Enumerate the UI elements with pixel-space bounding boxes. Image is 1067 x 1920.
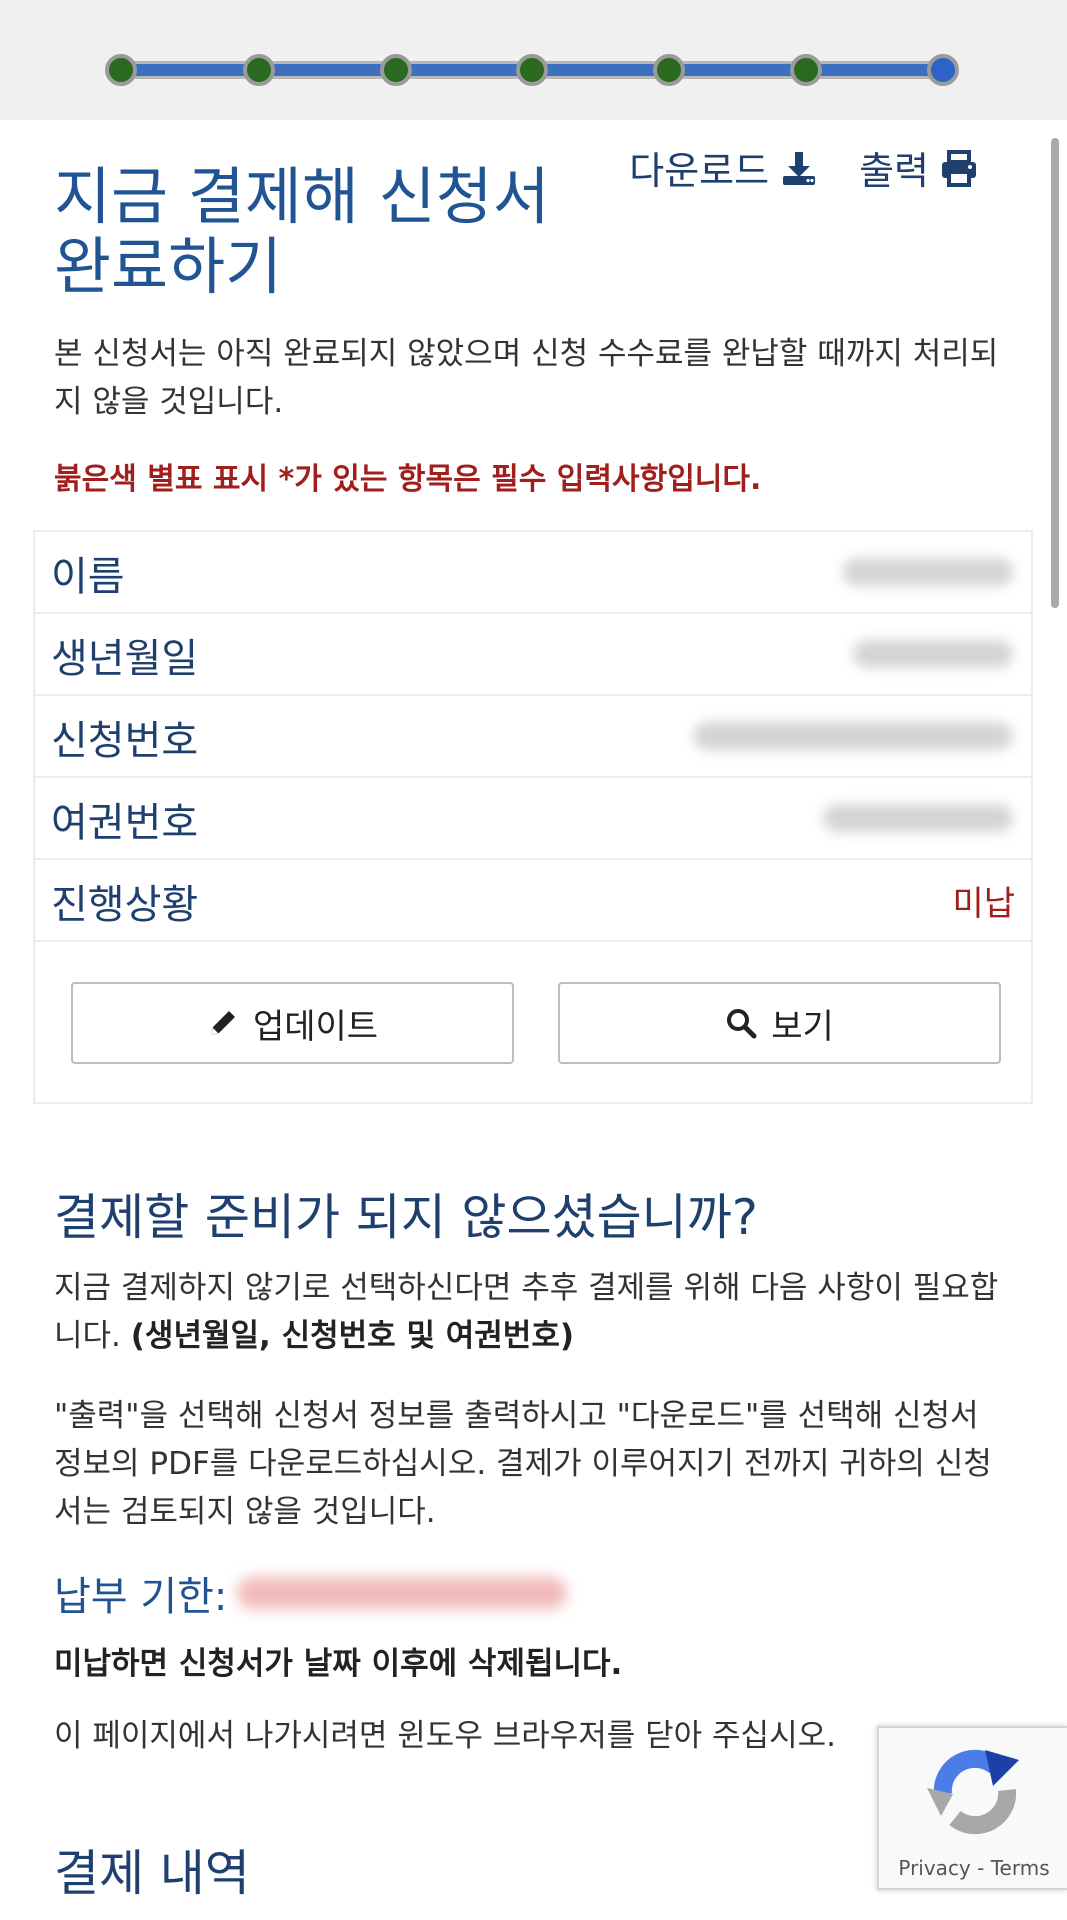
progress-stepper xyxy=(0,0,1067,120)
print-button[interactable]: 출력 xyxy=(859,140,979,195)
name-value-redacted xyxy=(843,558,1013,586)
info-row-passport-no: 여권번호 xyxy=(35,778,1031,860)
not-ready-para-1-bold: (생년월일, 신청번호 및 여권번호) xyxy=(130,1318,575,1354)
page-scrollbar[interactable] xyxy=(1051,138,1059,608)
privacy-link[interactable]: Privacy xyxy=(898,1856,970,1880)
step-4 xyxy=(516,54,548,86)
dob-label: 생년월일 xyxy=(51,636,199,682)
step-2 xyxy=(243,54,275,86)
dob-value-redacted xyxy=(853,640,1013,668)
recaptcha-separator: - xyxy=(970,1856,991,1880)
update-button[interactable]: 업데이트 xyxy=(71,982,514,1064)
info-actions: 업데이트 보기 xyxy=(71,982,1001,1064)
header-actions: 다운로드 출력 xyxy=(629,140,979,195)
update-label: 업데이트 xyxy=(252,1006,379,1047)
application-no-value-redacted xyxy=(693,722,1013,750)
not-ready-para-2: "출력"을 선택해 신청서 정보를 출력하시고 "다운로드"를 선택해 신청서 … xyxy=(54,1398,992,1530)
step-6 xyxy=(790,54,822,86)
download-button[interactable]: 다운로드 xyxy=(629,140,819,195)
payment-history-title: 결제 내역 xyxy=(54,1845,250,1902)
name-label: 이름 xyxy=(51,554,125,600)
download-icon xyxy=(783,151,816,185)
due-date-row: 납부 기한: xyxy=(54,1564,568,1622)
info-row-name: 이름 xyxy=(35,532,1031,614)
step-1 xyxy=(105,54,137,86)
print-icon xyxy=(942,149,976,187)
recaptcha-badge: Privacy - Terms xyxy=(877,1726,1067,1890)
info-row-application-no: 신청번호 xyxy=(35,696,1031,778)
application-no-label: 신청번호 xyxy=(51,718,199,764)
info-row-status: 진행상황 미납 xyxy=(35,860,1031,942)
due-date-label: 납부 기한: xyxy=(54,1574,228,1620)
passport-no-value-redacted xyxy=(823,804,1013,832)
not-ready-title: 결제할 준비가 되지 않으셨습니까? xyxy=(54,1189,758,1246)
recaptcha-icon xyxy=(927,1749,1019,1835)
status-label: 진행상황 xyxy=(51,882,199,928)
required-note: 붉은색 별표 표시 *가 있는 항목은 필수 입력사항입니다. xyxy=(54,462,762,497)
info-row-dob: 생년월일 xyxy=(35,614,1031,696)
main-content: 다운로드 출력 지금 결제해 신청서 완료하기 본 신청서는 아직 완료되지 않… xyxy=(0,120,1067,1920)
terms-link[interactable]: Terms xyxy=(991,1856,1050,1880)
page-title: 지금 결제해 신청서 완료하기 xyxy=(54,160,550,303)
deletion-warning: 미납하면 신청서가 날짜 이후에 삭제됩니다. xyxy=(54,1646,623,1682)
due-date-value-redacted xyxy=(237,1577,568,1609)
step-5 xyxy=(653,54,685,86)
view-button[interactable]: 보기 xyxy=(558,982,1001,1064)
download-label: 다운로드 xyxy=(629,149,770,193)
application-info-card: 이름 생년월일 신청번호 여권번호 진행상황 미납 업데이트 보기 xyxy=(33,530,1033,1104)
recaptcha-links: Privacy - Terms xyxy=(879,1856,1067,1880)
search-icon xyxy=(727,1009,757,1039)
intro-text: 본 신청서는 아직 완료되지 않았으며 신청 수수료를 완납할 때까지 처리되지… xyxy=(54,336,999,420)
view-label: 보기 xyxy=(771,1006,834,1047)
passport-no-label: 여권번호 xyxy=(51,800,199,846)
step-3 xyxy=(380,54,412,86)
close-window-note: 이 페이지에서 나가시려면 윈도우 브라우저를 닫아 주십시오. xyxy=(54,1718,836,1754)
pencil-icon xyxy=(210,1011,235,1035)
not-ready-para-1: 지금 결제하지 않기로 선택하신다면 추후 결제를 위해 다음 사항이 필요합니… xyxy=(54,1264,1014,1360)
status-badge: 미납 xyxy=(952,884,1015,924)
print-label: 출력 xyxy=(859,149,929,193)
step-7-current xyxy=(927,54,959,86)
